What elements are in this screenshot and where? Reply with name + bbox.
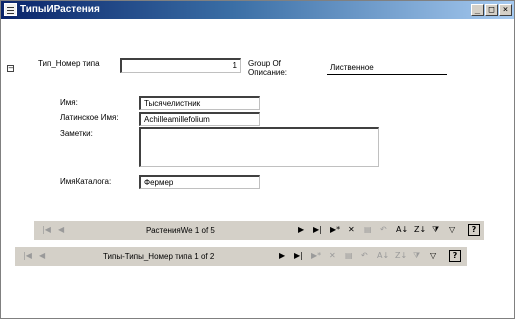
name-label: Имя: — [60, 98, 78, 107]
catalog-name-label: ИмяКаталога: — [60, 177, 112, 186]
prev-record-icon[interactable]: ◀ — [58, 225, 64, 235]
minimize-button[interactable]: _ — [471, 4, 484, 16]
delete-record-icon[interactable]: ✕ — [329, 251, 336, 261]
first-record-icon[interactable]: |◀ — [23, 251, 32, 261]
save-record-icon[interactable]: ▤ — [345, 251, 353, 261]
undo-icon[interactable]: ↶ — [380, 225, 387, 235]
filter-by-selection-icon[interactable]: ⧩ — [413, 251, 420, 261]
sort-descending-icon[interactable]: Z↓ — [395, 251, 407, 261]
group-label-line2: Описание: — [248, 68, 288, 77]
name-field[interactable]: Тысячелистник — [139, 96, 260, 110]
type-number-label: Тип_Номер типа — [38, 59, 100, 68]
latin-name-label: Латинское Имя: — [60, 113, 119, 122]
window-title: ТипыИРастения — [20, 4, 100, 15]
filter-icon[interactable]: ▽ — [449, 225, 455, 235]
last-record-icon[interactable]: ▶| — [294, 251, 303, 261]
latin-name-field[interactable]: Achilleamillefolium — [139, 112, 260, 126]
prev-record-icon[interactable]: ◀ — [39, 251, 45, 261]
delete-record-icon[interactable]: ✕ — [348, 225, 355, 235]
title-bar[interactable]: ТипыИРастения _ □ × — [1, 1, 514, 19]
filter-by-selection-icon[interactable]: ⧩ — [432, 225, 439, 235]
help-icon[interactable]: ? — [468, 224, 480, 236]
filter-icon[interactable]: ▽ — [430, 251, 436, 261]
maximize-button[interactable]: □ — [485, 4, 498, 16]
first-record-icon[interactable]: |◀ — [42, 225, 51, 235]
sort-descending-icon[interactable]: Z↓ — [414, 225, 426, 235]
main-navigation-bar: |◀ ◀ Типы-Типы_Номер типа 1 of 2 ▶ ▶| ▶*… — [15, 247, 467, 266]
close-button[interactable]: × — [499, 4, 512, 16]
new-record-icon[interactable]: ▶* — [311, 251, 321, 261]
notes-field[interactable] — [139, 127, 379, 167]
group-label-line1: Group Of — [248, 59, 281, 68]
next-record-icon[interactable]: ▶ — [298, 225, 304, 235]
save-record-icon[interactable]: ▤ — [364, 225, 372, 235]
expand-collapse-icon[interactable]: − — [7, 65, 14, 72]
next-record-icon[interactable]: ▶ — [279, 251, 285, 261]
sort-ascending-icon[interactable]: A↓ — [377, 251, 389, 261]
notes-label: Заметки: — [60, 129, 93, 138]
main-record-indicator: Типы-Типы_Номер типа 1 of 2 — [103, 252, 215, 261]
subform-record-indicator: РастенияWe 1 of 5 — [146, 226, 215, 235]
help-icon[interactable]: ? — [449, 250, 461, 262]
form-icon — [4, 3, 17, 16]
subform-navigation-bar: |◀ ◀ РастенияWe 1 of 5 ▶ ▶| ▶* ✕ ▤ ↶ A↓ … — [34, 221, 484, 240]
type-number-field[interactable]: 1 — [120, 58, 241, 73]
catalog-name-field[interactable]: Фермер — [139, 175, 260, 189]
last-record-icon[interactable]: ▶| — [313, 225, 322, 235]
window: ТипыИРастения _ □ × − Тип_Номер типа 1 G… — [0, 0, 515, 319]
undo-icon[interactable]: ↶ — [361, 251, 368, 261]
new-record-icon[interactable]: ▶* — [330, 225, 340, 235]
sort-ascending-icon[interactable]: A↓ — [396, 225, 408, 235]
group-description-field[interactable]: Лиственное — [327, 62, 447, 75]
